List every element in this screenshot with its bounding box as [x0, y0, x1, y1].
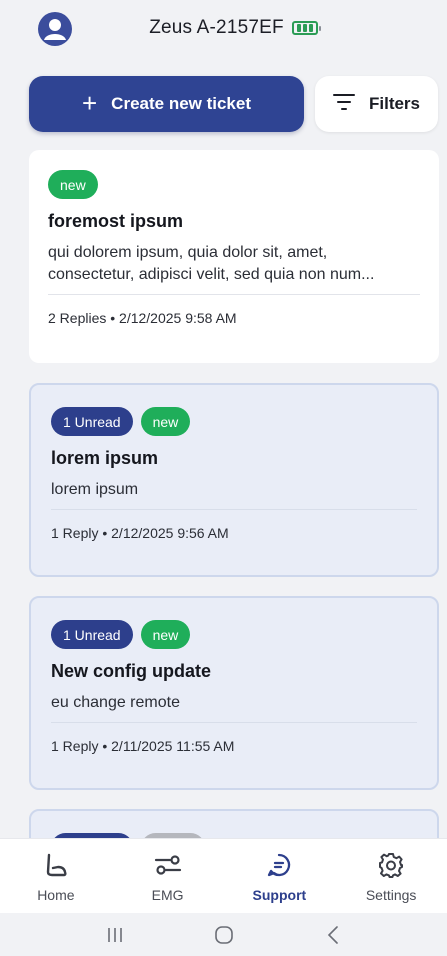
- ticket-meta: 1 Reply • 2/12/2025 9:56 AM: [51, 525, 229, 541]
- create-ticket-label: Create new ticket: [111, 94, 252, 113]
- nav-settings[interactable]: Settings: [335, 839, 447, 913]
- recents-icon[interactable]: [95, 920, 135, 950]
- nav-support[interactable]: Support: [224, 839, 336, 913]
- filters-label: Filters: [368, 94, 421, 113]
- ticket-meta: 2 Replies • 2/12/2025 9:58 AM: [48, 310, 237, 326]
- ticket-card[interactable]: 1 Unread new lorem ipsum lorem ipsum 1 R…: [29, 383, 439, 577]
- ticket-title: lorem ipsum: [51, 448, 159, 468]
- nav-label: Settings: [365, 887, 417, 903]
- status-badge: new: [140, 620, 191, 649]
- nav-label: Home: [37, 887, 75, 903]
- home-button-icon[interactable]: [204, 920, 244, 950]
- ticket-preview: eu change remote: [51, 694, 180, 711]
- divider: [51, 509, 417, 510]
- unread-badge: 1 Unread: [51, 407, 133, 436]
- badge-row: 1 Unread new: [51, 620, 417, 649]
- bottom-nav: Home EMG Support Settings: [0, 838, 447, 913]
- ticket-preview: qui dolorem ipsum, quia dolor sit, amet,…: [48, 242, 420, 286]
- ticket-card[interactable]: [29, 809, 439, 838]
- nav-emg[interactable]: EMG: [112, 839, 224, 913]
- badge-row: new: [48, 170, 420, 199]
- status-badge: new: [140, 407, 191, 436]
- ticket-preview-line: qui dolorem ipsum, quia dolor sit, amet,: [48, 244, 328, 261]
- create-ticket-button[interactable]: + Create new ticket: [29, 76, 304, 132]
- ticket-preview: lorem ipsum: [51, 481, 139, 498]
- nav-home[interactable]: Home: [0, 839, 112, 913]
- divider: [48, 294, 420, 295]
- ticket-list[interactable]: new foremost ipsum qui dolorem ipsum, qu…: [29, 150, 439, 838]
- status-badge: new: [48, 170, 98, 199]
- emg-icon: [154, 851, 182, 879]
- battery-icon: [291, 21, 321, 35]
- ticket-meta: 1 Reply • 2/11/2025 11:55 AM: [51, 738, 235, 754]
- plus-icon: +: [81, 87, 98, 118]
- ticket-card[interactable]: new foremost ipsum qui dolorem ipsum, qu…: [29, 150, 439, 363]
- app-header: Zeus A-2157EF: [0, 0, 447, 62]
- device-title[interactable]: Zeus A-2157EF: [149, 17, 321, 39]
- ticket-preview-line: consectetur, adipisci velit, sed quia no…: [48, 266, 375, 283]
- unread-badge: 1 Unread: [51, 620, 133, 649]
- nav-label: Support: [252, 887, 307, 903]
- support-chat-icon: [266, 851, 292, 879]
- device-name: Zeus A-2157EF: [149, 17, 284, 38]
- ticket-title: foremost ipsum: [48, 211, 184, 231]
- user-icon[interactable]: [38, 12, 72, 46]
- filters-button[interactable]: Filters: [315, 76, 438, 132]
- filter-icon: [332, 93, 355, 115]
- badge-row: 1 Unread new: [51, 407, 417, 436]
- ticket-card[interactable]: 1 Unread new New config update eu change…: [29, 596, 439, 790]
- gear-icon: [378, 851, 404, 879]
- nav-label: EMG: [151, 887, 184, 903]
- ticket-title: New config update: [51, 661, 212, 681]
- divider: [51, 722, 417, 723]
- system-nav-bar: [0, 913, 447, 956]
- back-icon[interactable]: [313, 920, 353, 950]
- action-row: + Create new ticket Filters: [29, 76, 438, 132]
- home-icon: [43, 851, 69, 879]
